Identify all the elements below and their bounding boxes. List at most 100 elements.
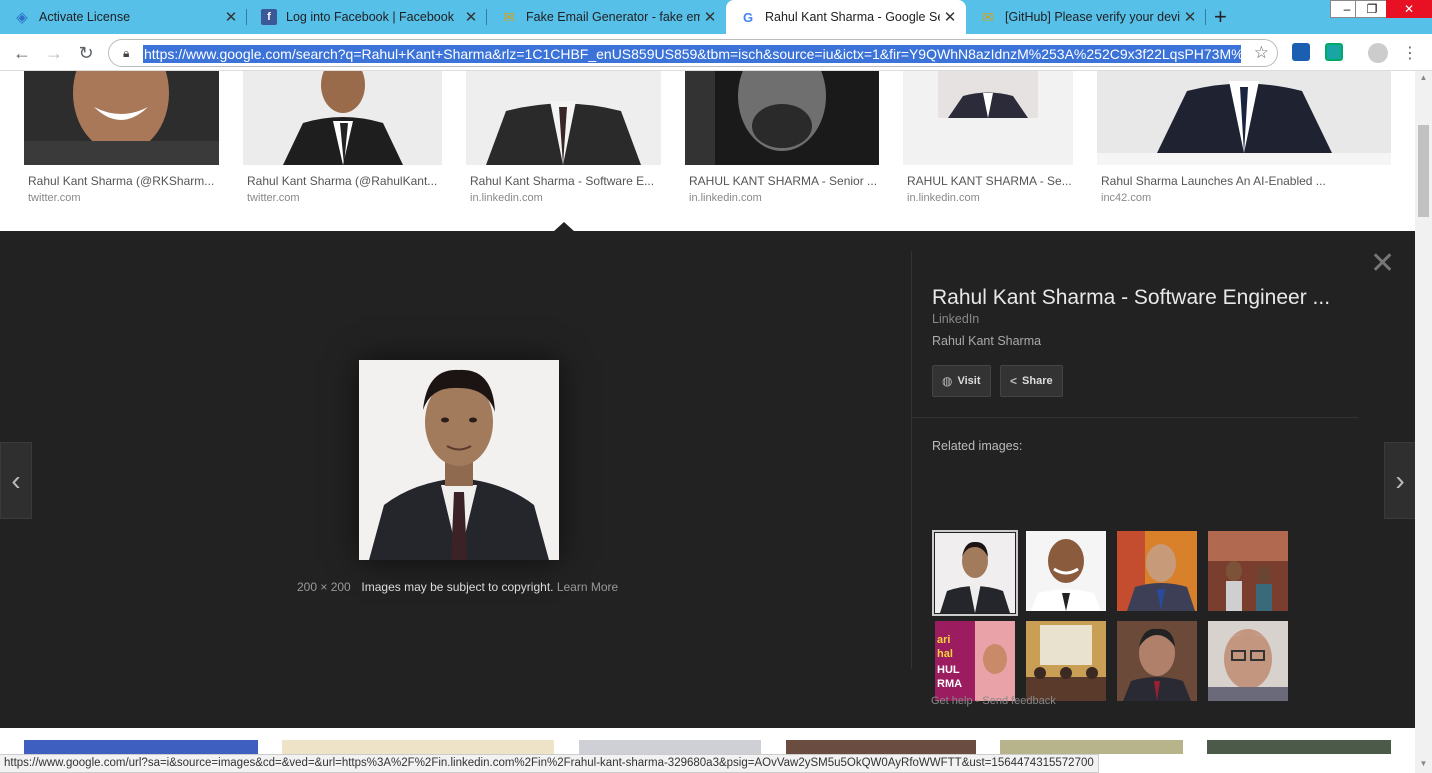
- get-help-link[interactable]: Get help: [931, 695, 973, 707]
- scroll-up-icon[interactable]: ▲: [1415, 73, 1432, 82]
- facebook-icon: f: [261, 9, 277, 25]
- google-icon: G: [742, 9, 754, 25]
- tab-fake-email[interactable]: ✉ Fake Email Generator - fake emai ✕: [487, 0, 726, 34]
- new-tab-button[interactable]: +: [1214, 4, 1227, 30]
- close-preview-icon[interactable]: ✕: [1370, 249, 1395, 279]
- related-image[interactable]: [1208, 621, 1288, 701]
- related-image[interactable]: [1117, 621, 1197, 701]
- result-image[interactable]: [282, 740, 554, 754]
- scrollbar-thumb[interactable]: [1418, 125, 1429, 217]
- related-image[interactable]: [1026, 531, 1106, 611]
- url-text[interactable]: https://www.google.com/search?q=Rahul+Ka…: [143, 45, 1241, 63]
- related-image[interactable]: [1208, 531, 1288, 611]
- man-speaking-image: [1117, 531, 1197, 611]
- address-bar[interactable]: 🔒︎ https://www.google.com/search?q=Rahul…: [108, 39, 1278, 67]
- result-image[interactable]: [24, 740, 258, 754]
- preview-site: LinkedIn: [932, 312, 980, 326]
- previous-image-button[interactable]: ‹: [0, 442, 32, 519]
- vertical-scrollbar[interactable]: ▲ ▼: [1415, 71, 1432, 773]
- tab-facebook[interactable]: f Log into Facebook | Facebook ✕: [247, 0, 487, 34]
- lock-icon: 🔒︎: [123, 46, 130, 60]
- tab-title: Rahul Kant Sharma - Google Sear: [765, 10, 940, 24]
- man-in-suit-image: [935, 533, 1015, 613]
- tab-close-icon[interactable]: ✕: [461, 8, 481, 26]
- chevron-right-icon: ›: [1395, 464, 1405, 496]
- svg-text:ari: ari: [937, 634, 950, 646]
- svg-text:HUL: HUL: [937, 664, 960, 676]
- preview-title[interactable]: Rahul Kant Sharma - Software Engineer ..…: [932, 286, 1330, 310]
- result-image: [685, 71, 879, 165]
- result-source: in.linkedin.com: [470, 192, 543, 204]
- man-portrait-image: [1117, 621, 1197, 701]
- result-title: Rahul Kant Sharma - Software E...: [470, 174, 655, 188]
- result-title: Rahul Sharma Launches An AI-Enabled ...: [1101, 174, 1326, 188]
- related-image[interactable]: ari hal HUL RMA: [935, 621, 1015, 701]
- back-button[interactable]: ←: [10, 41, 34, 65]
- diamond-icon: ◈: [16, 9, 28, 26]
- result-image: [903, 71, 1073, 165]
- reload-icon: ↻: [78, 42, 94, 63]
- send-feedback-link[interactable]: Send feedback: [982, 695, 1055, 707]
- restore-button[interactable]: ❐: [1355, 0, 1389, 18]
- share-icon: <: [1010, 374, 1018, 388]
- visit-button[interactable]: ◍ Visit: [932, 365, 991, 397]
- tab-activate-license[interactable]: ◈ Activate License ✕: [0, 0, 247, 34]
- reload-button[interactable]: ↻: [74, 41, 98, 65]
- extension-icon[interactable]: [1325, 43, 1343, 61]
- tab-title: Activate License: [39, 10, 131, 24]
- learn-more-link[interactable]: Learn More: [557, 580, 618, 594]
- tab-close-icon[interactable]: ✕: [700, 8, 720, 26]
- globe-icon: ◍: [942, 374, 953, 388]
- related-image[interactable]: [1026, 621, 1106, 701]
- arrow-left-icon: ←: [13, 42, 31, 63]
- result-source: inc42.com: [1101, 192, 1152, 204]
- poster-image: ari hal HUL RMA: [935, 621, 1015, 701]
- tab-close-icon[interactable]: ✕: [1180, 8, 1200, 26]
- visit-label: Visit: [957, 375, 981, 387]
- result-title: RAHUL KANT SHARMA - Se...: [907, 174, 1072, 188]
- related-image[interactable]: [932, 530, 1018, 616]
- panel-footer: Get help - Send feedback: [931, 695, 1056, 707]
- tab-github-verify[interactable]: ✉ [GitHub] Please verify your device ✕: [966, 0, 1206, 34]
- envelope-icon: ✉: [503, 8, 515, 25]
- browser-toolbar: ← → ↻ 🔒︎ https://www.google.com/search?q…: [0, 34, 1432, 71]
- panel-divider: [911, 251, 912, 669]
- result-source: in.linkedin.com: [907, 192, 980, 204]
- close-window-button[interactable]: ✕: [1386, 0, 1432, 18]
- result-title: Rahul Kant Sharma (@RKSharm...: [28, 174, 215, 188]
- tab-strip: ◈ Activate License ✕ f Log into Facebook…: [0, 0, 1432, 34]
- tab-title: Fake Email Generator - fake emai: [526, 10, 700, 24]
- arrow-right-icon: →: [45, 42, 63, 63]
- result-image: [466, 71, 661, 165]
- result-source: twitter.com: [28, 192, 81, 204]
- extension-icon[interactable]: [1292, 43, 1310, 61]
- forward-button[interactable]: →: [42, 41, 66, 65]
- share-button[interactable]: < Share: [1000, 365, 1063, 397]
- preview-image[interactable]: [359, 360, 559, 560]
- share-label: Share: [1022, 375, 1053, 387]
- status-bar-url: https://www.google.com/url?sa=i&source=i…: [0, 754, 1099, 773]
- profile-avatar[interactable]: [1368, 43, 1388, 63]
- bookmark-star-icon[interactable]: ☆: [1254, 43, 1269, 63]
- result-image[interactable]: [1000, 740, 1183, 754]
- scroll-down-icon[interactable]: ▼: [1415, 759, 1432, 768]
- tab-title: Log into Facebook | Facebook: [286, 10, 454, 24]
- menu-button[interactable]: ⋮: [1398, 41, 1422, 65]
- related-images-label: Related images:: [932, 439, 1023, 453]
- result-image[interactable]: [1207, 740, 1391, 754]
- more-vert-icon: ⋮: [1402, 45, 1418, 62]
- next-image-button[interactable]: ›: [1384, 442, 1415, 519]
- result-title: RAHUL KANT SHARMA - Senior ...: [689, 174, 878, 188]
- result-source: in.linkedin.com: [689, 192, 762, 204]
- tab-close-icon[interactable]: ✕: [940, 8, 960, 26]
- man-glasses-image: [1208, 621, 1288, 701]
- result-image[interactable]: [579, 740, 761, 754]
- preview-subtitle: Rahul Kant Sharma: [932, 334, 1042, 348]
- result-image: [243, 71, 442, 165]
- result-image[interactable]: [786, 740, 976, 754]
- panel-divider: [912, 417, 1358, 418]
- tab-google-search[interactable]: G Rahul Kant Sharma - Google Sear ✕: [726, 0, 966, 34]
- tab-close-icon[interactable]: ✕: [221, 8, 241, 26]
- related-image[interactable]: [1117, 531, 1197, 611]
- result-source: twitter.com: [247, 192, 300, 204]
